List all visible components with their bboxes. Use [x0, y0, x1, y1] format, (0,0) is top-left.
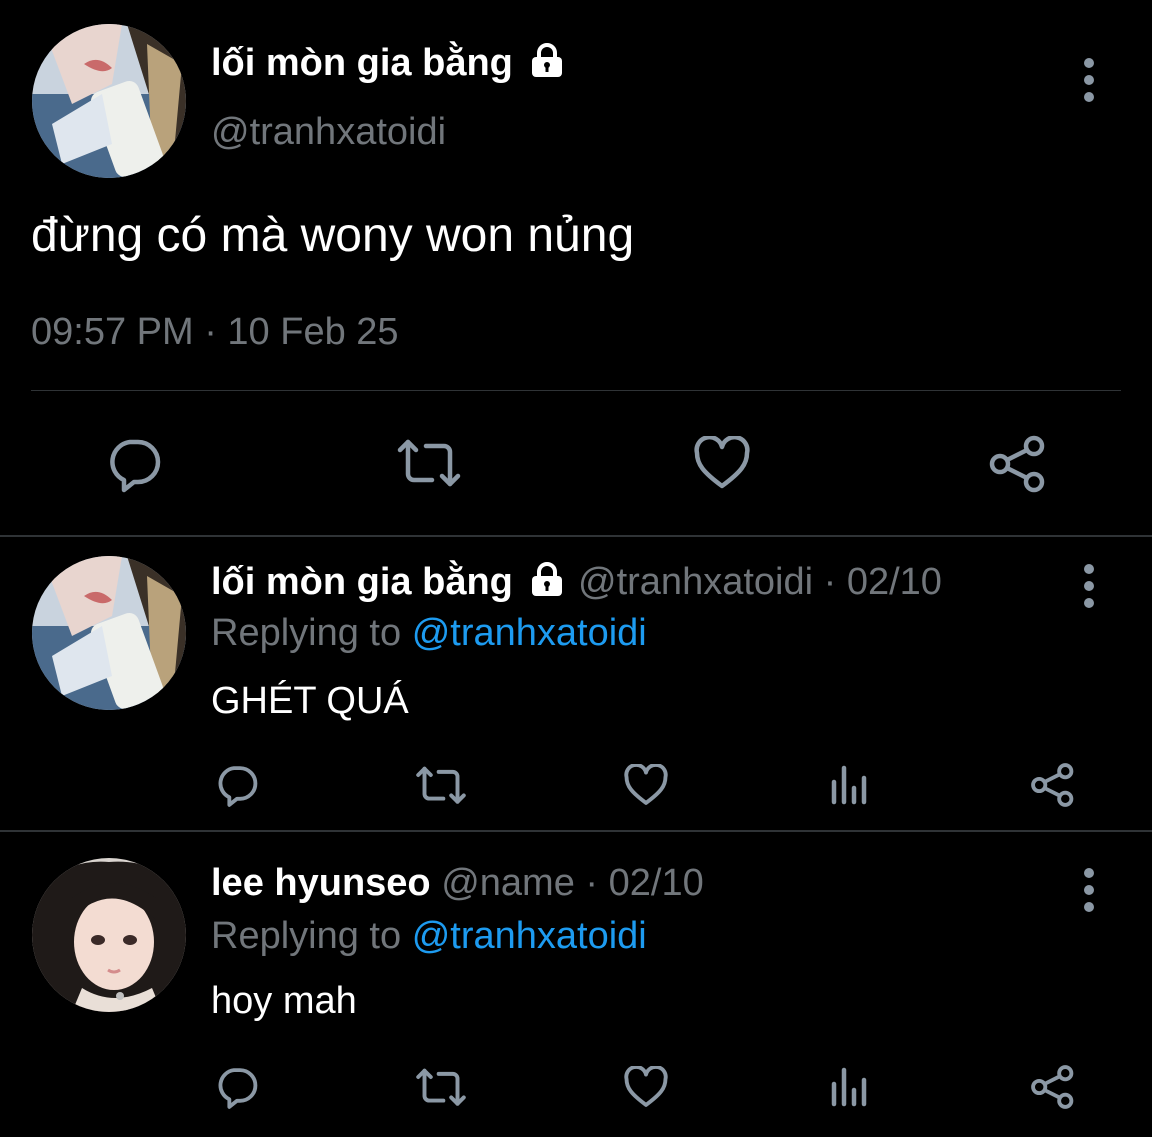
reply-text: hoy mah — [211, 980, 357, 1022]
display-name[interactable]: lee hyunseo — [211, 862, 431, 904]
like-icon[interactable] — [693, 436, 751, 490]
handle[interactable]: @tranhxatoidi — [211, 111, 446, 154]
handle[interactable]: @tranhxatoidi — [578, 561, 813, 603]
retweet-icon[interactable] — [414, 764, 468, 808]
avatar[interactable] — [32, 24, 186, 178]
more-options-icon[interactable] — [1083, 564, 1095, 608]
replying-to-label: Replying to — [211, 915, 402, 957]
section-divider — [0, 830, 1152, 832]
like-icon[interactable] — [623, 1066, 669, 1108]
reply-icon[interactable] — [104, 434, 164, 494]
replying-to-label: Replying to — [211, 612, 402, 654]
reply-date: · 02/10 — [823, 561, 942, 603]
replying-to-handle[interactable]: @tranhxatoidi — [412, 612, 647, 654]
replying-to-handle[interactable]: @tranhxatoidi — [412, 915, 647, 957]
more-options-icon[interactable] — [1083, 58, 1095, 102]
section-divider — [0, 535, 1152, 537]
avatar[interactable] — [32, 858, 186, 1012]
share-icon[interactable] — [1030, 1064, 1076, 1110]
lock-icon — [532, 562, 563, 596]
reply-icon[interactable] — [214, 762, 260, 808]
lock-icon — [532, 43, 563, 77]
tweet-text: đừng có mà wony won nủng — [31, 209, 635, 262]
reply-date: · 02/10 — [585, 862, 704, 904]
analytics-icon[interactable] — [830, 762, 870, 806]
more-options-icon[interactable] — [1083, 868, 1095, 912]
display-name-text: lối mòn gia bằng — [211, 42, 513, 84]
replying-to: Replying to @tranhxatoidi — [211, 612, 647, 655]
retweet-icon[interactable] — [396, 436, 462, 492]
analytics-icon[interactable] — [830, 1064, 870, 1108]
display-name[interactable]: lối mòn gia bằng — [211, 42, 567, 85]
handle[interactable]: @name — [441, 862, 575, 904]
like-icon[interactable] — [623, 764, 669, 806]
timestamp[interactable]: 09:57 PM · 10 Feb 25 — [31, 311, 399, 354]
reply-text: GHÉT QUÁ — [211, 680, 409, 722]
share-icon[interactable] — [1030, 762, 1076, 808]
display-name[interactable]: lối mòn gia bằng — [211, 561, 513, 603]
share-icon[interactable] — [988, 434, 1048, 494]
divider — [31, 390, 1121, 391]
replying-to: Replying to @tranhxatoidi — [211, 915, 647, 958]
reply-icon[interactable] — [214, 1064, 260, 1110]
reply-header: lối mòn gia bằng @tranhxatoidi · 02/10 — [211, 561, 942, 604]
avatar[interactable] — [32, 556, 186, 710]
reply-header: lee hyunseo @name · 02/10 — [211, 862, 704, 905]
retweet-icon[interactable] — [414, 1066, 468, 1110]
